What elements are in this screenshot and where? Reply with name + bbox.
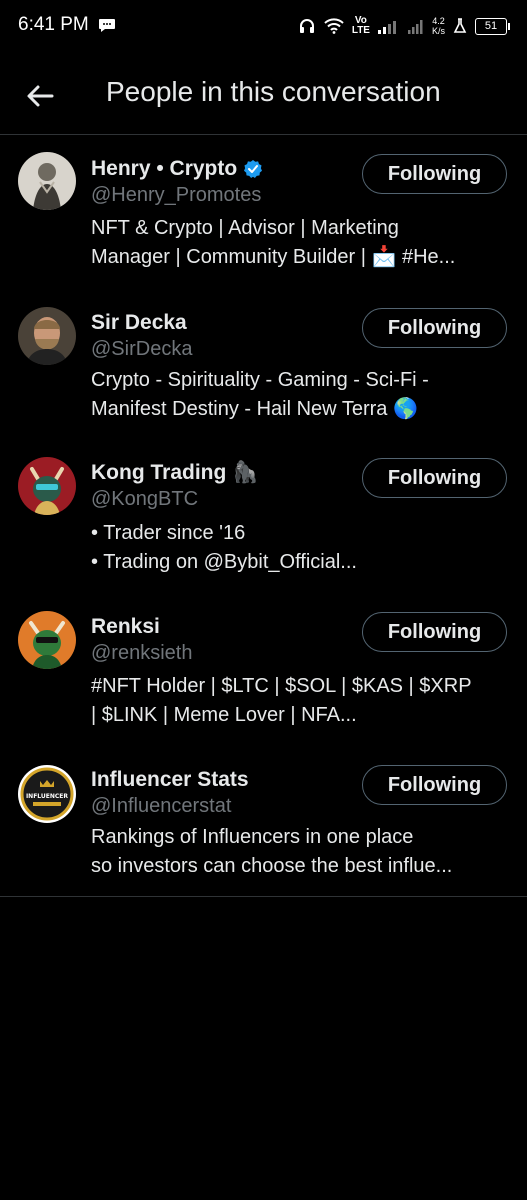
following-button[interactable]: Following xyxy=(362,458,507,498)
bio: • Trader since '16 • Trading on @Bybit_O… xyxy=(91,519,511,577)
bio-line: • Trader since '16 xyxy=(91,522,246,544)
volte-indicator: Vo LTE xyxy=(351,15,370,36)
verified-badge-icon xyxy=(244,160,263,178)
display-name[interactable]: Henry • Crypto xyxy=(91,157,237,181)
status-bar: 6:41 PM Vo LTE 4.2 K/s 51 xyxy=(0,0,527,56)
bio: NFT & Crypto | Advisor | Marketing Manag… xyxy=(91,214,511,272)
headset-icon xyxy=(299,19,314,33)
bio: Rankings of Influencers in one place so … xyxy=(91,823,511,881)
page-title: People in this conversation xyxy=(106,76,441,107)
bio-line: • Trading on @Bybit_Official... xyxy=(91,551,357,573)
bio-line: Manager | Community Builder | 📩 #He... xyxy=(91,246,456,268)
avatar[interactable]: INFLUENCER xyxy=(18,765,76,823)
following-button[interactable]: Following xyxy=(362,612,507,652)
avatar[interactable] xyxy=(18,611,76,669)
message-notification-icon xyxy=(99,19,115,32)
name-row: Renksi xyxy=(91,615,160,639)
name-row: Kong Trading 🦍 xyxy=(91,461,258,485)
name-row: Henry • Crypto xyxy=(91,157,263,181)
bio-line: so investors can choose the best influe.… xyxy=(91,855,453,877)
signal-strength-2-icon xyxy=(407,20,423,34)
following-button[interactable]: Following xyxy=(362,765,507,805)
bio-line: Rankings of Influencers in one place xyxy=(91,826,414,848)
username: @Influencerstat xyxy=(91,795,232,817)
following-button[interactable]: Following xyxy=(362,154,507,194)
display-name[interactable]: Renksi xyxy=(91,615,160,639)
display-name[interactable]: Influencer Stats xyxy=(91,768,249,792)
gorilla-emoji-icon: 🦍 xyxy=(232,461,259,484)
username: @renksieth xyxy=(91,642,193,664)
status-time: 6:41 PM xyxy=(18,14,89,35)
display-name[interactable]: Sir Decka xyxy=(91,311,187,335)
avatar-logo-text: INFLUENCER xyxy=(26,793,68,800)
avatar[interactable] xyxy=(18,307,76,365)
network-speed: 4.2 K/s xyxy=(431,16,445,36)
username: @Henry_Promotes xyxy=(91,184,262,206)
username: @KongBTC xyxy=(91,488,199,510)
bio-line: | $LINK | Meme Lover | NFA... xyxy=(91,704,357,726)
following-button[interactable]: Following xyxy=(362,308,507,348)
bio: Crypto - Spirituality - Gaming - Sci-Fi … xyxy=(91,366,511,424)
display-name[interactable]: Kong Trading xyxy=(91,461,226,485)
wifi-icon xyxy=(324,18,344,34)
bio-line: NFT & Crypto | Advisor | Marketing xyxy=(91,217,399,239)
flask-icon xyxy=(453,18,467,33)
top-app-bar: People in this conversation xyxy=(0,56,527,135)
bio-line: #NFT Holder | $LTC | $SOL | $KAS | $XRP xyxy=(91,675,472,697)
name-row: Sir Decka xyxy=(91,311,187,335)
signal-strength-icon xyxy=(377,21,396,34)
bio-line: Crypto - Spirituality - Gaming - Sci-Fi … xyxy=(91,369,429,391)
bio: #NFT Holder | $LTC | $SOL | $KAS | $XRP … xyxy=(91,672,511,730)
bio-line: Manifest Destiny - Hail New Terra 🌎 xyxy=(91,398,418,420)
avatar[interactable] xyxy=(18,152,76,210)
avatar[interactable] xyxy=(18,457,76,515)
back-arrow-icon[interactable] xyxy=(22,78,58,114)
name-row: Influencer Stats xyxy=(91,768,249,792)
list-divider xyxy=(0,896,527,897)
battery-indicator: 51 xyxy=(475,17,510,35)
username: @SirDecka xyxy=(91,338,193,360)
